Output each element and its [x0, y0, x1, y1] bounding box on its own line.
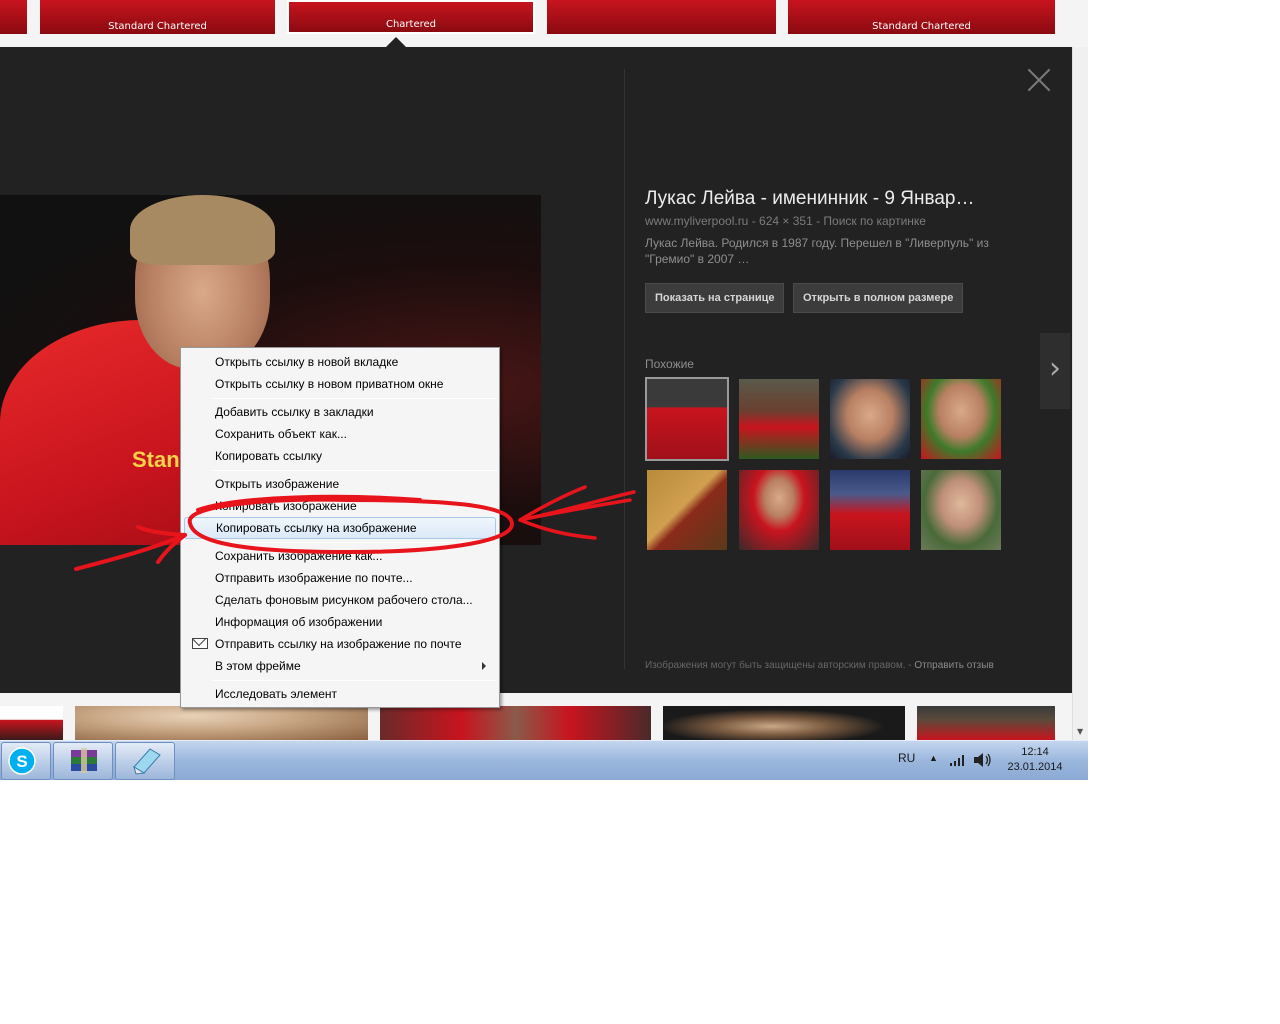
copyright-note: Изображения могут быть защищены авторски… [645, 660, 994, 671]
scroll-down-icon[interactable]: ▼ [1077, 727, 1083, 736]
menu-item-open-link-new-tab[interactable]: Открыть ссылку в новой вкладке [184, 351, 496, 373]
similar-thumbnail[interactable] [647, 470, 727, 550]
top-thumbnail-caption: Chartered [385, 19, 437, 30]
menu-item-inspect-element[interactable]: Исследовать элемент [184, 683, 496, 705]
menu-separator [212, 542, 497, 543]
top-thumbnail-selected[interactable]: Chartered [287, 0, 535, 34]
top-thumbnail[interactable] [0, 0, 27, 34]
submenu-arrow-icon [482, 662, 486, 670]
top-thumbnail[interactable]: Standard Chartered [788, 0, 1055, 34]
envelope-icon [192, 638, 208, 649]
similar-label: Похожие [645, 357, 694, 371]
menu-separator [212, 398, 497, 399]
menu-item-image-info[interactable]: Информация об изображении [184, 611, 496, 633]
menu-item-email-image-link[interactable]: Отправить ссылку на изображение по почте [184, 633, 496, 655]
notepad-taskbar-button[interactable] [115, 742, 175, 780]
show-on-page-button[interactable]: Показать на странице [645, 283, 785, 313]
menu-item-copy-image-link[interactable]: Копировать ссылку на изображение [184, 517, 496, 539]
menu-item-in-this-frame[interactable]: В этом фрейме [184, 655, 496, 677]
skype-taskbar-button[interactable]: S [1, 742, 51, 780]
image-description: Лукас Лейва. Родился в 1987 году. Переше… [645, 236, 989, 266]
next-arrow-icon[interactable]: › [1040, 333, 1070, 409]
similar-thumbnail[interactable] [830, 379, 910, 459]
top-thumbnail[interactable] [547, 0, 776, 34]
menu-item-save-object[interactable]: Сохранить объект как... [184, 423, 496, 445]
panel-divider [624, 69, 625, 669]
menu-item-label: Отправить ссылку на изображение по почте [215, 637, 462, 651]
skype-icon: S [8, 747, 36, 775]
notepad-icon [133, 748, 161, 775]
menu-item-open-link-private-window[interactable]: Открыть ссылку в новом приватном окне [184, 373, 496, 395]
menu-item-email-image[interactable]: Отправить изображение по почте... [184, 567, 496, 589]
top-thumbnail[interactable]: Standard Chartered [40, 0, 275, 34]
similar-thumbnail[interactable] [739, 379, 819, 459]
menu-separator [212, 470, 497, 471]
image-title[interactable]: Лукас Лейва - именинник - 9 Январ… [645, 188, 1035, 210]
volume-icon[interactable] [973, 752, 993, 768]
context-menu: Открыть ссылку в новой вкладке Открыть с… [180, 347, 500, 708]
svg-text:S: S [16, 752, 27, 771]
menu-item-save-image[interactable]: Сохранить изображение как... [184, 545, 496, 567]
system-clock[interactable]: 12:14 23.01.2014 [1002, 745, 1068, 775]
close-icon[interactable] [1026, 67, 1052, 93]
bottom-thumbnail[interactable] [917, 706, 1055, 740]
similar-thumbnail[interactable] [645, 377, 729, 461]
menu-separator [212, 680, 497, 681]
vertical-scrollbar[interactable]: ▼ [1072, 47, 1088, 740]
language-indicator[interactable]: RU [898, 751, 915, 765]
menu-item-copy-image[interactable]: Копировать изображение [184, 495, 496, 517]
winrar-taskbar-button[interactable] [53, 742, 113, 780]
network-icon[interactable] [949, 753, 967, 767]
menu-item-label: В этом фрейме [215, 659, 301, 673]
screen: Standard Chartered Chartered Standard Ch… [0, 0, 1088, 780]
menu-item-set-desktop-background[interactable]: Сделать фоновым рисунком рабочего стола.… [184, 589, 496, 611]
selection-pointer [386, 37, 406, 47]
menu-item-copy-link[interactable]: Копировать ссылку [184, 445, 496, 467]
similar-thumbnail[interactable] [921, 470, 1001, 550]
send-feedback-link[interactable]: Отправить отзыв [914, 660, 993, 671]
bottom-thumbnail[interactable] [75, 706, 368, 740]
top-thumbnail-caption: Standard Chartered [872, 21, 971, 32]
show-hidden-icons-icon[interactable]: ▲ [929, 753, 938, 763]
similar-thumbnail[interactable] [830, 470, 910, 550]
similar-thumbnail[interactable] [739, 470, 819, 550]
clock-date: 23.01.2014 [1007, 761, 1063, 773]
image-viewer-panel: Stan Char Лукас Лейва - именинник - 9 Ян… [0, 47, 1072, 693]
top-thumbnail-caption: Standard Chartered [108, 21, 207, 32]
image-meta[interactable]: www.myliverpool.ru - 624 × 351 - Поиск п… [645, 214, 926, 228]
menu-item-open-image[interactable]: Открыть изображение [184, 473, 496, 495]
similar-thumbnail[interactable] [921, 379, 1001, 459]
menu-item-bookmark-link[interactable]: Добавить ссылку в закладки [184, 401, 496, 423]
copyright-text: Изображения могут быть защищены авторски… [645, 660, 906, 671]
winrar-icon [71, 748, 97, 773]
photo-hair [130, 195, 275, 265]
bottom-thumbnail[interactable] [380, 706, 651, 740]
taskbar: S RU ▲ 12:14 23.01.2014 [0, 740, 1088, 780]
bottom-thumbnail[interactable] [0, 706, 63, 740]
clock-time: 12:14 [1021, 746, 1049, 758]
bottom-thumbnail[interactable] [663, 706, 905, 740]
open-full-size-button[interactable]: Открыть в полном размере [793, 283, 964, 313]
